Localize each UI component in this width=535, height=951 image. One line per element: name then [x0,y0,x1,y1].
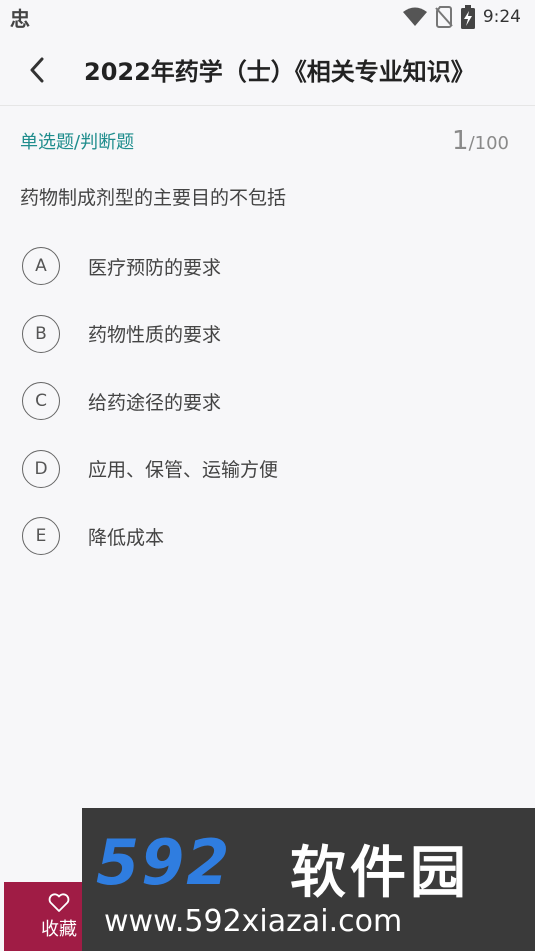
chevron-left-icon [29,57,45,83]
option-letter-circle: C [22,382,60,420]
option-b[interactable]: B 药物性质的要求 [20,312,500,356]
option-list: A 医疗预防的要求 B 药物性质的要求 C 给药途径的要求 D 应用、保管、运输… [20,244,500,582]
progress-current: 1 [452,126,469,156]
question-text: 药物制成剂型的主要目的不包括 [20,187,287,209]
question-type-label: 单选题/判断题 [20,132,135,153]
status-left: 忠 [10,3,30,32]
option-letter-circle: E [22,517,60,555]
watermark: 592 软件园 www.592xiazai.com [82,808,535,951]
favorite-label: 收藏 [41,918,77,940]
no-sim-icon [435,6,453,28]
option-e[interactable]: E 降低成本 [20,514,500,558]
status-right: 9:24 [402,5,521,29]
battery-charging-icon [460,5,475,29]
nav-bar: 2022年药学（士）《相关专业知识》 [0,34,535,106]
option-c[interactable]: C 给药途径的要求 [20,379,500,423]
option-text: 医疗预防的要求 [88,256,222,279]
option-text: 给药途径的要求 [88,391,222,414]
question-header: 单选题/判断题 1/100 [20,124,509,158]
option-letter-circle: B [22,314,60,353]
option-text: 应用、保管、运输方便 [88,459,279,481]
watermark-url: www.592xiazai.com [104,904,403,939]
watermark-brand-number: 592 [96,826,232,899]
back-button[interactable] [0,34,74,106]
wifi-icon [402,7,427,27]
app-notification-icon: 忠 [10,6,30,31]
heart-icon [48,892,70,913]
option-a[interactable]: A 医疗预防的要求 [20,244,500,288]
question-progress: 1/100 [452,126,509,156]
page-title: 2022年药学（士）《相关专业知识》 [84,58,475,86]
status-time: 9:24 [482,7,521,27]
status-bar: 忠 9:24 [0,0,535,34]
option-text: 药物性质的要求 [88,324,222,346]
option-d[interactable]: D 应用、保管、运输方便 [20,447,500,491]
option-letter-circle: D [22,449,60,488]
option-letter-circle: A [22,247,60,285]
progress-total: 100 [474,133,509,154]
option-text: 降低成本 [88,526,165,549]
watermark-brand-name: 软件园 [290,841,470,906]
